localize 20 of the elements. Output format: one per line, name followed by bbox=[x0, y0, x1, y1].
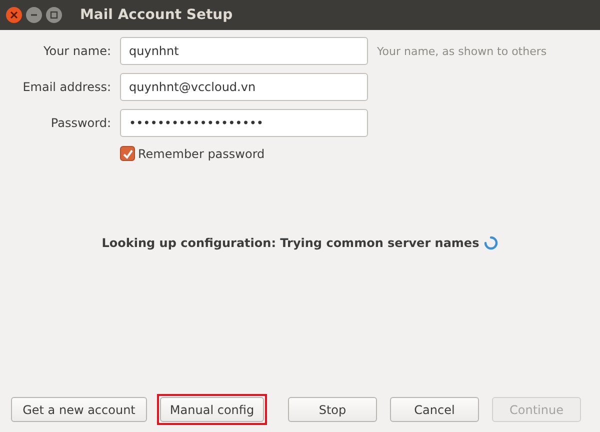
field-label: Your name: bbox=[42, 44, 111, 58]
maximize-icon bbox=[50, 11, 58, 19]
maximize-button[interactable] bbox=[46, 7, 62, 23]
minimize-button[interactable] bbox=[26, 7, 42, 23]
close-icon bbox=[10, 11, 18, 19]
close-button[interactable] bbox=[6, 7, 22, 23]
input-field[interactable]: ••••••••••••••••••• bbox=[120, 109, 368, 137]
dialog-button[interactable]: Stop bbox=[288, 397, 377, 422]
field-label: Password: bbox=[50, 116, 111, 130]
input-field[interactable]: quynhnt bbox=[120, 37, 368, 65]
field-hint: Your name, as shown to others bbox=[377, 44, 548, 58]
checkbox-label: Remember password bbox=[138, 146, 265, 160]
dialog-button[interactable]: Get a new account bbox=[11, 397, 147, 422]
input-field[interactable]: quynhnt@vccloud.vn bbox=[120, 73, 368, 101]
dialog-button[interactable]: Cancel bbox=[390, 397, 479, 422]
checkbox[interactable] bbox=[120, 146, 135, 161]
window-title: Mail Account Setup bbox=[80, 7, 233, 23]
field-label: Email address: bbox=[22, 80, 111, 94]
dialog-button[interactable]: Manual config bbox=[160, 397, 264, 422]
status-message: Looking up configuration: Trying common server names bbox=[102, 236, 480, 250]
